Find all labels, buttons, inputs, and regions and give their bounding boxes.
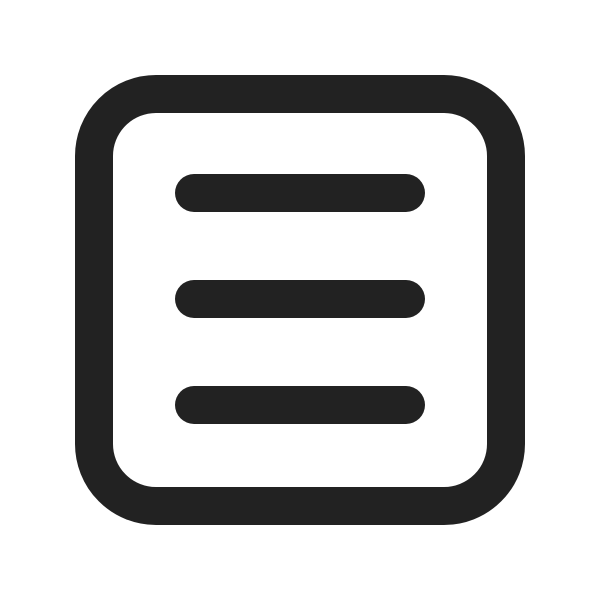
menu-square-svg: [75, 75, 525, 525]
menu-square-icon: [0, 0, 600, 600]
icon-canvas: [0, 0, 600, 600]
